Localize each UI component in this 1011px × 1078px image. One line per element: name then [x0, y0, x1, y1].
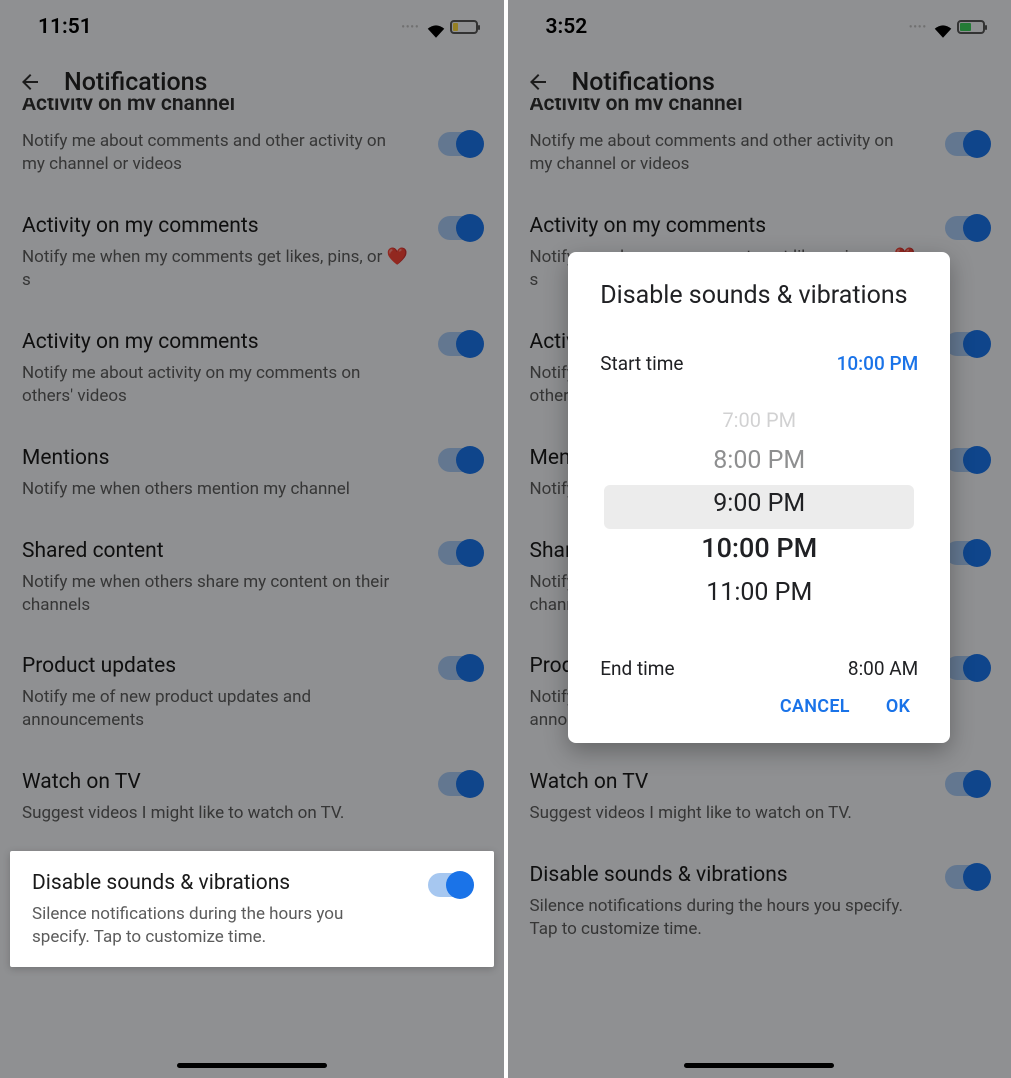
toggle-switch[interactable]: [438, 772, 482, 796]
dialog-title: Disable sounds & vibrations: [600, 280, 918, 312]
signal-icon: ••••: [401, 22, 419, 33]
back-icon[interactable]: [18, 70, 42, 94]
toggle-knob: [456, 214, 484, 242]
dialog-actions: CANCEL OK: [600, 684, 918, 727]
phone-right: 3:52 •••• Notifications Activity on my c…: [508, 0, 1011, 1078]
end-time-value: 8:00 AM: [848, 657, 918, 680]
toggle-switch[interactable]: [438, 332, 482, 356]
toggle-knob: [456, 539, 484, 567]
row-subtitle: Notify me about activity on my comments …: [22, 362, 408, 408]
row-title: Product updates: [22, 654, 482, 678]
toggle-knob: [446, 871, 474, 899]
row-title: Watch on TV: [22, 770, 482, 794]
end-time-row[interactable]: End time 8:00 AM: [600, 657, 918, 680]
row-title: Activity on my comments: [22, 330, 482, 354]
toggle-knob: [456, 446, 484, 474]
toggle-switch[interactable]: [428, 873, 472, 897]
row-title: Mentions: [22, 446, 482, 470]
time-dialog: Disable sounds & vibrations Start time 1…: [568, 252, 950, 743]
picker-option[interactable]: 8:00 PM: [713, 439, 805, 482]
row-title: Disable sounds & vibrations: [32, 871, 472, 895]
settings-row[interactable]: Watch on TV Suggest videos I might like t…: [0, 750, 504, 843]
toggle-knob: [456, 330, 484, 358]
start-time-value: 10:00 PM: [837, 352, 919, 375]
settings-row[interactable]: Activity on my comments Notify me when my…: [0, 194, 504, 310]
toggle-switch[interactable]: [438, 448, 482, 472]
start-time-label: Start time: [600, 352, 683, 375]
start-time-row[interactable]: Start time 10:00 PM: [600, 352, 918, 375]
settings-row[interactable]: Activity on my channelNotify me about co…: [0, 110, 504, 194]
toggle-switch[interactable]: [438, 541, 482, 565]
end-time-label: End time: [600, 657, 674, 680]
row-subtitle: Notify me when others share my content o…: [22, 571, 408, 617]
cancel-button[interactable]: CANCEL: [780, 696, 850, 717]
ok-button[interactable]: OK: [886, 696, 910, 717]
settings-row[interactable]: Activity on my comments Notify me about a…: [0, 310, 504, 426]
home-indicator[interactable]: [177, 1063, 327, 1068]
row-subtitle: Silence notifications during the hours y…: [32, 903, 401, 949]
toggle-switch[interactable]: [438, 132, 482, 156]
toggle-switch[interactable]: [438, 656, 482, 680]
settings-list: Activity on my channelNotify me about co…: [0, 110, 504, 1027]
toggle-knob: [456, 654, 484, 682]
settings-row[interactable]: Shared content Notify me when others shar…: [0, 519, 504, 635]
toggle-knob: [456, 130, 484, 158]
battery-icon: [450, 20, 478, 34]
row-subtitle: Notify me when others mention my channel: [22, 478, 408, 501]
settings-row[interactable]: Product updates Notify me of new product …: [0, 634, 504, 750]
picker-option[interactable]: 9:00 PM: [713, 482, 805, 525]
time-picker[interactable]: 7:00 PM8:00 PM9:00 PM10:00 PM11:00 PM: [590, 397, 928, 617]
toggle-knob: [456, 770, 484, 798]
row-subtitle: Suggest videos I might like to watch on …: [22, 802, 408, 825]
row-title: Activity on my channel: [22, 98, 482, 110]
status-bar: 11:51 ••••: [0, 0, 504, 54]
picker-option[interactable]: 7:00 PM: [722, 401, 796, 439]
toggle-switch[interactable]: [438, 216, 482, 240]
row-subtitle: Notify me when my comments get likes, pi…: [22, 246, 408, 292]
status-right: ••••: [401, 20, 477, 34]
row-title: Shared content: [22, 539, 482, 563]
settings-row[interactable]: Mentions Notify me when others mention my…: [0, 426, 504, 519]
row-title: Activity on my comments: [22, 214, 482, 238]
status-time: 11:51: [38, 15, 92, 39]
page-title: Notifications: [64, 68, 207, 97]
settings-row[interactable]: Disable sounds & vibrations Silence notif…: [10, 851, 494, 967]
wifi-icon: [427, 20, 445, 34]
picker-option[interactable]: 10:00 PM: [701, 525, 817, 571]
row-subtitle: Notify me about comments and other activ…: [22, 130, 408, 176]
phone-left: 11:51 •••• Notifications Activity on my …: [0, 0, 508, 1078]
row-subtitle: Notify me of new product updates and ann…: [22, 686, 408, 732]
picker-option[interactable]: 11:00 PM: [706, 571, 812, 614]
